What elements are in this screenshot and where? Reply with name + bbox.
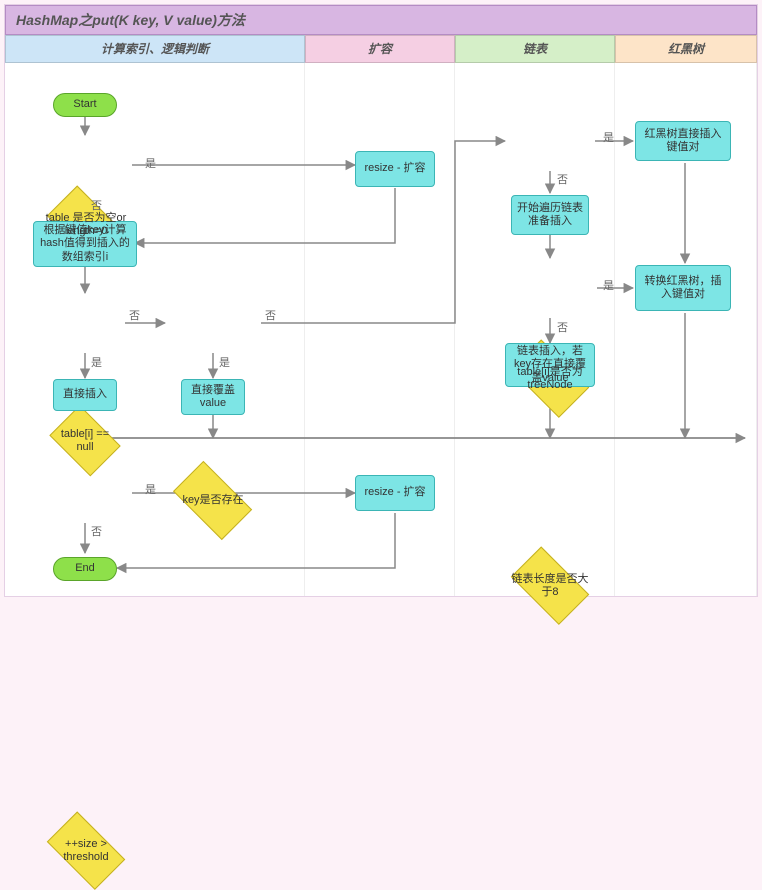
edge-label-no: 否 (557, 171, 568, 187)
edge-label-yes: 是 (603, 129, 614, 145)
edge-label-yes: 是 (145, 155, 156, 171)
edge-label-no: 否 (91, 523, 102, 539)
process-resize1: resize - 扩容 (355, 151, 435, 187)
process-override: 直接覆盖value (181, 379, 245, 415)
process-resize2: resize - 扩容 (355, 475, 435, 511)
lane-header-1: 计算索引、逻辑判断 (5, 35, 305, 63)
title-bar: HashMap之put(K key, V value)方法 (5, 5, 757, 35)
edge-label-yes: 是 (603, 277, 614, 293)
edge-label-no: 否 (91, 197, 102, 213)
swimlane-headers: 计算索引、逻辑判断 扩容 链表 红黑树 (5, 35, 757, 63)
decision-null: table[i] == null (45, 411, 125, 471)
process-rbtree-insert: 红黑树直接插入键值对 (635, 121, 731, 161)
process-insert: 直接插入 (53, 379, 117, 411)
edge-label-no: 否 (265, 307, 276, 323)
process-convert: 转换红黑树，插入键值对 (635, 265, 731, 311)
lane-header-3: 链表 (455, 35, 615, 63)
diagram-title: HashMap之put(K key, V value)方法 (16, 10, 245, 30)
end-node: End (53, 557, 117, 581)
lane-header-2: 扩容 (305, 35, 455, 63)
decision-threshold: ++size > threshold (39, 821, 133, 881)
start-node: Start (53, 93, 117, 117)
edge-label-yes: 是 (145, 481, 156, 497)
lane-header-4: 红黑树 (615, 35, 757, 63)
decision-key-exist: key是否存在 (165, 471, 261, 531)
edge-label-yes: 是 (91, 354, 102, 370)
process-traverse: 开始遍历链表准备插入 (511, 195, 589, 235)
edge-label-yes: 是 (219, 354, 230, 370)
edge-label-no: 否 (557, 319, 568, 335)
decision-len8: 链表长度是否大于8 (503, 556, 597, 616)
diagram-frame: HashMap之put(K key, V value)方法 计算索引、逻辑判断 … (4, 4, 758, 597)
edge-label-no: 否 (129, 307, 140, 323)
